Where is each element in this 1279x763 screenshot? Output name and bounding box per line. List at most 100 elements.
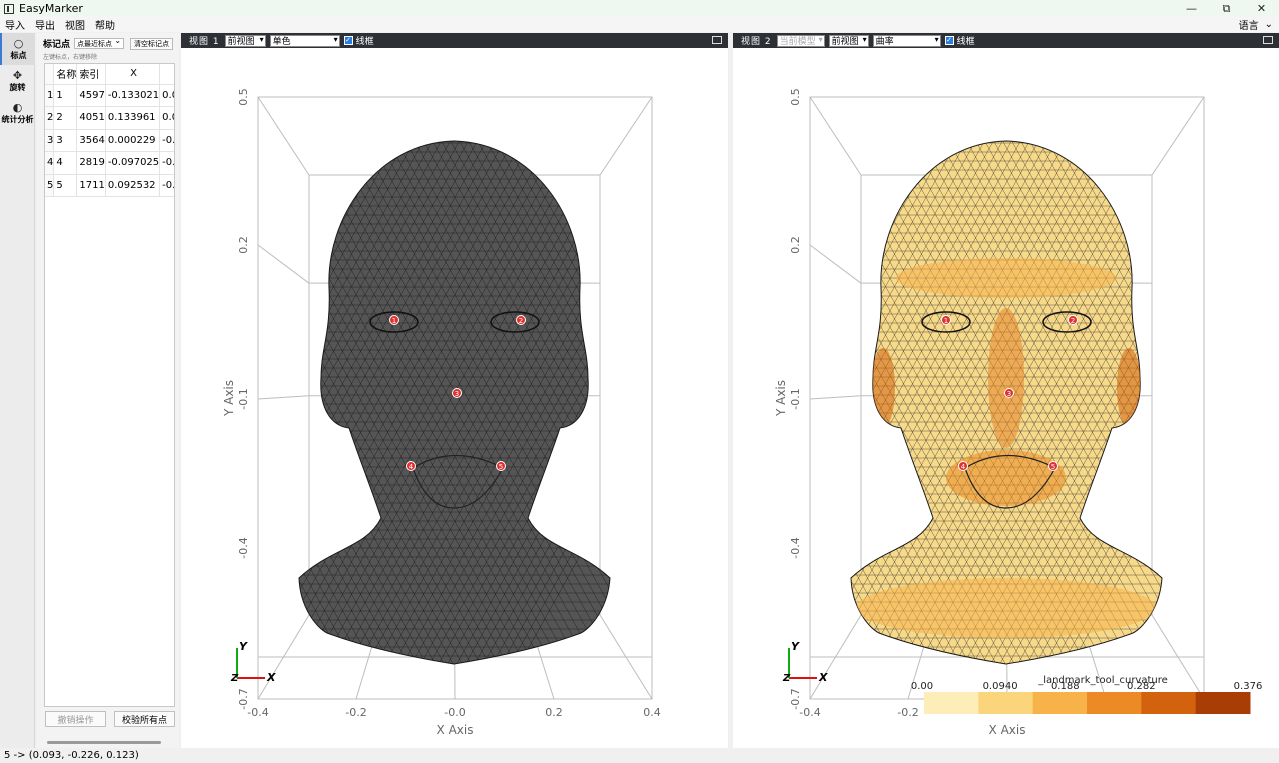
cell-y[interactable]: 0.08 xyxy=(159,106,174,130)
menu-view[interactable]: 视图 xyxy=(60,17,90,32)
clear-landmarks-button[interactable]: 清空标记点 xyxy=(130,37,174,50)
menu-export[interactable]: 导出 xyxy=(30,17,60,32)
close-button[interactable]: ✕ xyxy=(1244,0,1279,17)
colorbar-tick-label: 0.00 xyxy=(911,681,933,692)
verify-all-button[interactable]: 校验所有点 xyxy=(114,711,175,727)
cell-x[interactable]: 0.000229 xyxy=(105,129,161,152)
viewport-1[interactable]: 视图 1 前视图 单色 ✓ 线框 0.50.2-0.1-0.4-0.7Y Axi… xyxy=(181,33,728,748)
row-number: 5 xyxy=(45,174,55,197)
viewport-1-view-select[interactable]: 前视图 xyxy=(224,34,266,47)
y-tick-label: -0.4 xyxy=(789,537,802,558)
y-tick-label: -0.1 xyxy=(237,388,250,409)
window-title: EasyMarker xyxy=(19,2,83,15)
column-header-index[interactable]: 索引 xyxy=(76,64,106,85)
landmark-marker-label: 5 xyxy=(499,463,503,471)
colorbar-swatch xyxy=(978,692,1034,714)
axes-box-edge xyxy=(257,96,310,176)
viewport-2[interactable]: 视图 2 当前模型 前视图 曲率 ✓ 线框 0.50.2-0.1-0.4-0.7… xyxy=(733,33,1279,748)
tool-landmark[interactable]: ○ 标点 xyxy=(0,33,35,65)
viewport-1-wireframe-label[interactable]: 线框 xyxy=(356,34,374,47)
table-row[interactable]: 5 5 1711 0.092532 -0.22 xyxy=(45,174,174,197)
colorbar-tick-label: 0.188 xyxy=(1051,681,1080,692)
cell-name[interactable]: 5 xyxy=(53,174,78,197)
row-number: 2 xyxy=(45,106,55,130)
colorbar-swatch xyxy=(924,692,979,714)
maximize-viewport-icon[interactable] xyxy=(712,36,722,44)
x-tick-label: -0.2 xyxy=(897,706,918,719)
maximize-viewport-icon[interactable] xyxy=(1263,36,1273,44)
menu-help[interactable]: 帮助 xyxy=(90,17,120,32)
y-tick-label: 0.5 xyxy=(237,88,250,106)
axes-box-edge xyxy=(809,96,862,176)
table-header-row: 名称 索引 X xyxy=(45,64,174,85)
landmark-marker-label: 3 xyxy=(1007,390,1011,398)
y-tick-label: 0.2 xyxy=(237,236,250,254)
tool-landmark-label: 标点 xyxy=(10,50,27,60)
x-tick-label: 0.4 xyxy=(643,706,661,719)
row-number: 3 xyxy=(45,129,55,152)
tool-statistics[interactable]: ◐ 统计分析 xyxy=(0,97,35,129)
cell-index[interactable]: 4597 xyxy=(76,84,106,107)
cell-y[interactable]: -0.22 xyxy=(159,151,174,175)
viewport-1-color-select[interactable]: 单色 xyxy=(269,34,340,47)
colorbar-tick-label: 0.0940 xyxy=(983,681,1018,692)
viewport-2-canvas[interactable]: 0.50.2-0.1-0.4-0.7Y Axis-0.4 -0.2X Axis1 2… xyxy=(733,48,1279,748)
landmark-mode-select[interactable]: 点最近标点 xyxy=(74,36,125,49)
maximize-button[interactable]: ⧉ xyxy=(1209,0,1244,17)
viewport-2-model-select[interactable]: 当前模型 xyxy=(776,34,825,47)
cell-y[interactable]: -0.06 xyxy=(159,129,174,152)
triad-z-label: Z xyxy=(230,673,239,684)
colorbar-tick-label: 0.376 xyxy=(1234,681,1263,692)
cell-x[interactable]: -0.097025 xyxy=(105,151,161,175)
viewport-2-wireframe-label[interactable]: 线框 xyxy=(957,34,975,47)
column-header-y[interactable] xyxy=(159,64,174,85)
tool-rotate-label: 旋转 xyxy=(9,82,26,92)
minimize-button[interactable]: — xyxy=(1174,0,1209,17)
landmark-marker-label: 1 xyxy=(392,317,396,325)
tool-rotate[interactable]: ✥ 旋转 xyxy=(0,65,35,97)
cell-y[interactable]: 0.08 xyxy=(159,84,174,107)
viewport-1-canvas[interactable]: 0.50.2-0.1-0.4-0.7Y Axis-0.4 -0.2 -0.0 0.2 0… xyxy=(181,48,728,748)
colorbar-swatch xyxy=(1141,692,1197,714)
column-header-x[interactable]: X xyxy=(105,64,161,85)
menu-language[interactable]: 语言 xyxy=(1239,17,1259,32)
table-row[interactable]: 1 1 4597 -0.133021 0.08 xyxy=(45,84,174,107)
cell-name[interactable]: 1 xyxy=(53,84,78,107)
status-text: 5 -> (0.093, -0.226, 0.123) xyxy=(4,750,139,761)
undo-button[interactable]: 撤销操作 xyxy=(45,711,106,727)
landmark-marker-label: 3 xyxy=(455,390,459,398)
checkbox-checked-icon[interactable]: ✓ xyxy=(343,36,353,45)
cell-index[interactable]: 4051 xyxy=(76,106,106,130)
column-header-name[interactable]: 名称 xyxy=(53,64,78,85)
panel-horizontal-scrollbar[interactable] xyxy=(47,741,161,744)
table-row[interactable]: 3 3 3564 0.000229 -0.06 xyxy=(45,129,174,152)
cell-index[interactable]: 1711 xyxy=(76,174,106,197)
cell-name[interactable]: 3 xyxy=(53,129,78,152)
title-bar: EasyMarker — ⧉ ✕ xyxy=(0,0,1279,17)
cell-x[interactable]: 0.092532 xyxy=(105,174,161,197)
cell-name[interactable]: 4 xyxy=(53,151,78,175)
viewport-2-color-select[interactable]: 曲率 xyxy=(872,34,941,47)
y-tick-label: 0.2 xyxy=(789,236,802,254)
viewport-2-toolbar: 视图 2 当前模型 前视图 曲率 ✓ 线框 xyxy=(733,33,1279,48)
chevron-down-icon[interactable]: ⌄ xyxy=(1265,19,1273,30)
cell-index[interactable]: 2819 xyxy=(76,151,106,175)
circle-icon: ○ xyxy=(13,36,24,50)
landmark-panel-title: 标记点 xyxy=(43,40,71,50)
y-tick-label: -0.4 xyxy=(237,537,250,558)
viewport-2-view-select[interactable]: 前视图 xyxy=(828,34,869,47)
menu-import[interactable]: 导入 xyxy=(0,17,30,32)
colorbar-tick-label: 0.282 xyxy=(1127,681,1156,692)
landmark-table[interactable]: 名称 索引 X 1 1 4597 -0.133021 0.08 2 2 405 xyxy=(44,63,175,707)
table-row[interactable]: 2 2 4051 0.133961 0.08 xyxy=(45,106,174,130)
checkbox-checked-icon[interactable]: ✓ xyxy=(944,36,954,45)
table-row[interactable]: 4 4 2819 -0.097025 -0.22 xyxy=(45,151,174,175)
cell-name[interactable]: 2 xyxy=(53,106,78,130)
x-axis-title: X Axis xyxy=(437,723,474,737)
y-tick-label: -0.1 xyxy=(789,388,802,409)
cell-y[interactable]: -0.22 xyxy=(159,174,174,197)
cell-x[interactable]: 0.133961 xyxy=(105,106,161,130)
cell-x[interactable]: -0.133021 xyxy=(105,84,161,107)
cell-index[interactable]: 3564 xyxy=(76,129,106,152)
move-arrows-icon: ✥ xyxy=(12,68,23,82)
